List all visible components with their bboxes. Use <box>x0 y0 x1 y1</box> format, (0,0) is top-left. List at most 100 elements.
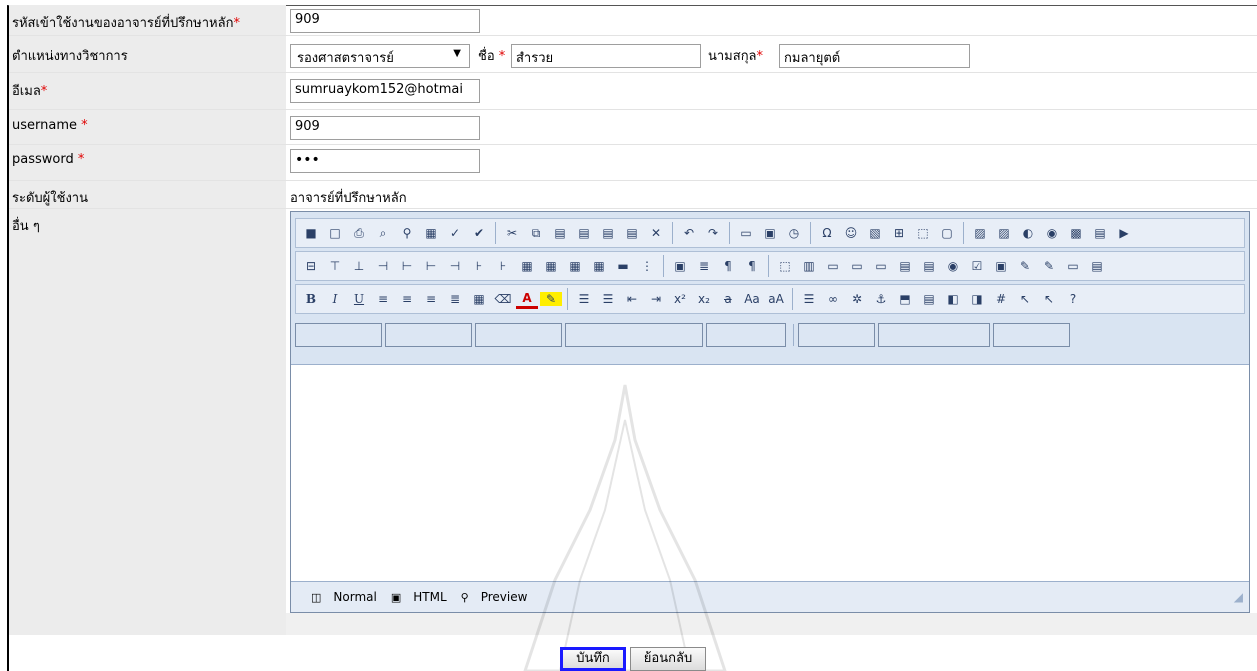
textarea-icon[interactable]: ▥ <box>798 255 820 277</box>
uppercase-icon[interactable]: Aa <box>741 288 763 310</box>
merge-right-icon[interactable]: ⊦ <box>468 255 490 277</box>
insert-pdf-icon[interactable]: ▩ <box>1065 222 1087 244</box>
print-icon[interactable]: ⎙ <box>348 222 370 244</box>
clean-icon[interactable]: ✓ <box>444 222 466 244</box>
horizontal-line-icon[interactable]: ▬ <box>612 255 634 277</box>
bring-forward-icon[interactable]: ◧ <box>942 288 964 310</box>
insert-box-icon[interactable]: ▭ <box>735 222 757 244</box>
font-size-combo[interactable] <box>565 323 703 347</box>
table-properties-icon[interactable]: ⊟ <box>300 255 322 277</box>
justify-none-icon[interactable]: ▦ <box>468 288 490 310</box>
split-row-icon[interactable]: ▦ <box>540 255 562 277</box>
dropdown-box-icon[interactable]: ▤ <box>918 255 940 277</box>
radio-icon[interactable]: ◉ <box>942 255 964 277</box>
highlight-color-icon[interactable]: ✎ <box>540 292 562 306</box>
eraser-icon[interactable]: ⌫ <box>492 288 514 310</box>
mode-normal[interactable]: ◫ Normal <box>301 590 377 604</box>
textbox-icon[interactable]: ▭ <box>822 255 844 277</box>
insert-marquee-icon[interactable]: ▢ <box>936 222 958 244</box>
paste-text-icon[interactable]: ▤ <box>573 222 595 244</box>
spell-check-icon[interactable]: ✔ <box>468 222 490 244</box>
redo-icon[interactable]: ↷ <box>702 222 724 244</box>
insert-media-icon[interactable]: ◉ <box>1041 222 1063 244</box>
italic-icon[interactable]: I <box>324 288 346 310</box>
undo-icon[interactable]: ↶ <box>678 222 700 244</box>
help-icon[interactable]: ? <box>1062 288 1084 310</box>
zoom-combo[interactable] <box>993 323 1070 347</box>
format-combo[interactable] <box>385 323 472 347</box>
delete-col-icon[interactable]: ⊣ <box>444 255 466 277</box>
merge-below-icon[interactable]: ⊦ <box>492 255 514 277</box>
username-input[interactable]: 909 <box>290 116 480 140</box>
rich-text-editor[interactable]: ■ □ ⎙ ⌕ ⚲ ▦ ✓ ✔ ✂ ⧉ ▤ ▤ ▤ ▤ ✕ ↶ ↷ ▭ ▣ ◷ … <box>290 211 1250 613</box>
send-backward-icon[interactable]: ◨ <box>966 288 988 310</box>
horizontal-rule-icon[interactable]: ☰ <box>798 288 820 310</box>
new-document-icon[interactable]: □ <box>324 222 346 244</box>
font-name-combo[interactable] <box>475 323 562 347</box>
paste-word-icon[interactable]: ▤ <box>597 222 619 244</box>
page-break-icon[interactable]: ⋮ <box>636 255 658 277</box>
mode-html[interactable]: ▣ HTML <box>381 590 447 604</box>
copy-icon[interactable]: ⧉ <box>525 222 547 244</box>
email-input[interactable]: sumruaykom152@hotmai <box>290 79 480 103</box>
rtl-icon[interactable]: ¶ <box>741 255 763 277</box>
list-box-icon[interactable]: ▤ <box>894 255 916 277</box>
form-icon[interactable]: ⬚ <box>774 255 796 277</box>
insert-youtube-icon[interactable]: ▶ <box>1113 222 1135 244</box>
insert-document-icon[interactable]: ▤ <box>1089 222 1111 244</box>
insert-flash-icon[interactable]: ◐ <box>1017 222 1039 244</box>
insert-layer-icon[interactable]: ⬚ <box>912 222 934 244</box>
back-button[interactable]: ย้อนกลับ <box>630 647 706 671</box>
password-input[interactable]: ••• <box>290 149 480 173</box>
toggle-borders-icon[interactable]: # <box>990 288 1012 310</box>
ltr-icon[interactable]: ¶ <box>717 255 739 277</box>
align-center-icon[interactable]: ≡ <box>396 288 418 310</box>
editor-content-area[interactable] <box>291 365 1249 583</box>
save-button[interactable]: บันทึก <box>560 647 626 671</box>
select-all-icon[interactable]: ▦ <box>420 222 442 244</box>
insert-form-icon[interactable]: ▣ <box>669 255 691 277</box>
bold-icon[interactable]: B <box>300 288 322 310</box>
last-name-input[interactable]: กมลายุตต์ <box>779 44 970 68</box>
push-button-icon[interactable]: ▭ <box>1062 255 1084 277</box>
cell-properties-icon[interactable]: ▦ <box>564 255 586 277</box>
delete-icon[interactable]: ✕ <box>645 222 667 244</box>
insert-col-right-icon[interactable]: ⊢ <box>420 255 442 277</box>
paragraph-icon[interactable]: ≣ <box>693 255 715 277</box>
unlink-icon[interactable]: ✲ <box>846 288 868 310</box>
ordered-list-icon[interactable]: ☰ <box>573 288 595 310</box>
align-right-icon[interactable]: ≡ <box>420 288 442 310</box>
insert-image-icon[interactable]: ▨ <box>969 222 991 244</box>
delete-row-icon[interactable]: ⊣ <box>372 255 394 277</box>
advisor-code-input[interactable]: 909 <box>290 9 480 33</box>
insert-time-icon[interactable]: ◷ <box>783 222 805 244</box>
cut-icon[interactable]: ✂ <box>501 222 523 244</box>
resize-grip-icon[interactable]: ◢ <box>1234 590 1243 604</box>
insert-frame-icon[interactable]: ⬒ <box>894 288 916 310</box>
insert-date-icon[interactable]: ▣ <box>759 222 781 244</box>
image-button-icon[interactable]: ▣ <box>990 255 1012 277</box>
paragraph-combo[interactable] <box>706 323 786 347</box>
superscript-icon[interactable]: x² <box>669 288 691 310</box>
font-color-icon[interactable]: A <box>516 290 538 309</box>
insert-chars-icon[interactable]: ▧ <box>864 222 886 244</box>
insert-row-below-icon[interactable]: ⊥ <box>348 255 370 277</box>
print-preview-icon[interactable]: ⌕ <box>372 222 394 244</box>
password-box-icon[interactable]: ▭ <box>846 255 868 277</box>
absolute-position-icon[interactable]: ↖ <box>1014 288 1036 310</box>
insert-row-above-icon[interactable]: ⊤ <box>324 255 346 277</box>
academic-position-select[interactable]: รองศาสตราจารย์ ▼ <box>290 44 470 68</box>
lowercase-icon[interactable]: aA <box>765 288 787 310</box>
page-properties-icon[interactable]: ▤ <box>918 288 940 310</box>
link-icon[interactable]: ∞ <box>822 288 844 310</box>
outdent-icon[interactable]: ⇤ <box>621 288 643 310</box>
indent-icon[interactable]: ⇥ <box>645 288 667 310</box>
paste-html-icon[interactable]: ▤ <box>621 222 643 244</box>
paste-icon[interactable]: ▤ <box>549 222 571 244</box>
emoticon-icon[interactable]: ☺ <box>840 222 862 244</box>
style-combo[interactable] <box>295 323 382 347</box>
strikethrough-icon[interactable]: a̶ <box>717 288 739 310</box>
save-icon[interactable]: ■ <box>300 222 322 244</box>
subscript-icon[interactable]: x₂ <box>693 288 715 310</box>
find-icon[interactable]: ⚲ <box>396 222 418 244</box>
